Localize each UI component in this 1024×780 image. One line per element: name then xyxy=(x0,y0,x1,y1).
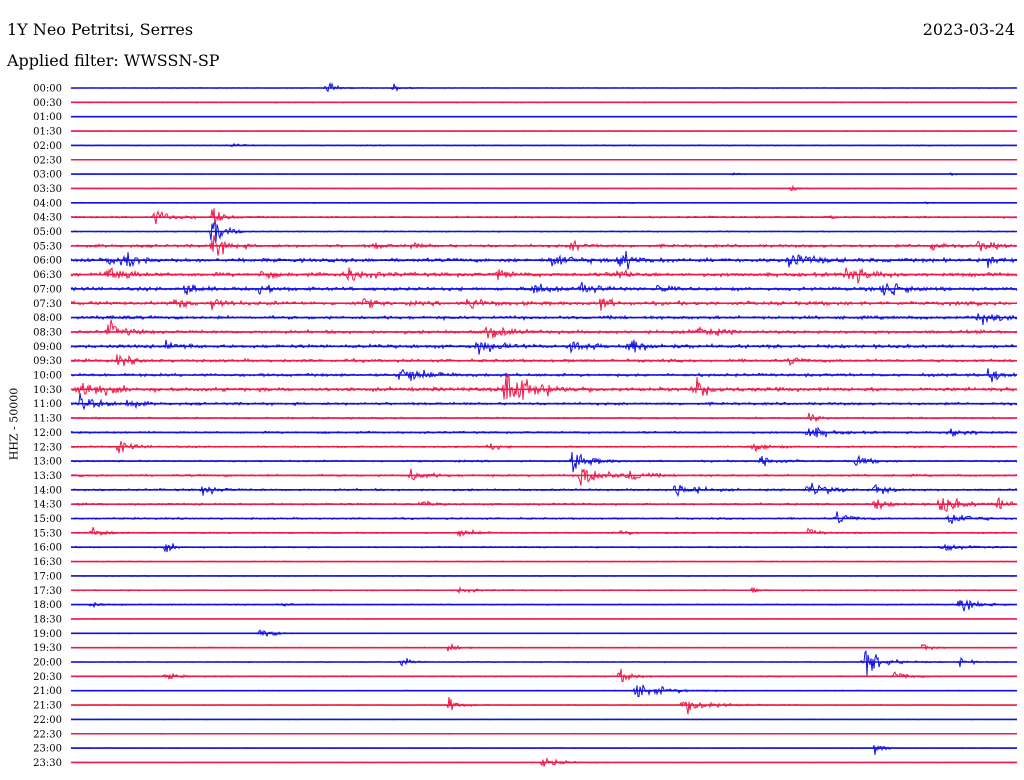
trace-line xyxy=(70,599,1018,612)
time-label: 03:00 xyxy=(33,170,62,181)
time-label: 15:30 xyxy=(33,528,62,539)
time-label: 07:00 xyxy=(33,284,62,295)
time-label: 18:30 xyxy=(33,614,62,625)
time-label: 19:30 xyxy=(33,643,62,654)
time-label: 08:30 xyxy=(33,327,62,338)
time-label: 21:00 xyxy=(33,686,62,697)
time-label: 05:30 xyxy=(33,241,62,252)
time-label: 11:30 xyxy=(33,414,62,425)
time-label: 17:30 xyxy=(33,586,62,597)
time-label: 15:00 xyxy=(33,514,62,525)
time-label: 12:00 xyxy=(33,428,62,439)
time-label: 23:30 xyxy=(33,758,62,769)
time-label: 07:30 xyxy=(33,299,62,310)
trace-line xyxy=(70,412,1018,423)
time-label: 20:30 xyxy=(33,672,62,683)
time-label: 16:00 xyxy=(33,543,62,554)
time-label: 06:00 xyxy=(33,256,62,267)
time-label: 02:30 xyxy=(33,155,62,166)
time-label: 21:30 xyxy=(33,701,62,712)
trace-line xyxy=(70,313,1018,326)
trace-line xyxy=(70,319,1018,339)
time-label: 17:00 xyxy=(33,571,62,582)
trace-line xyxy=(70,392,1018,411)
time-label: 06:30 xyxy=(33,270,62,281)
time-label: 13:00 xyxy=(33,457,62,468)
time-label: 08:00 xyxy=(33,313,62,324)
time-label: 03:30 xyxy=(33,184,62,195)
time-label: 22:00 xyxy=(33,715,62,726)
time-label: 01:30 xyxy=(33,127,62,138)
trace-line xyxy=(70,297,1018,311)
time-label: 09:00 xyxy=(33,342,62,353)
trace-line xyxy=(70,451,1018,473)
time-label: 00:00 xyxy=(33,84,62,95)
time-label: 22:30 xyxy=(33,729,62,740)
time-label: 18:00 xyxy=(33,600,62,611)
trace-line xyxy=(70,649,1018,676)
trace-line xyxy=(70,511,1018,525)
time-label: 16:30 xyxy=(33,557,62,568)
trace-line xyxy=(70,468,1017,486)
trace-line xyxy=(70,744,1018,755)
time-label: 05:00 xyxy=(33,227,62,238)
time-label: 04:00 xyxy=(33,198,62,209)
time-label: 23:00 xyxy=(33,744,62,755)
trace-line xyxy=(70,527,1018,537)
time-label: 11:00 xyxy=(33,399,62,410)
time-label: 14:00 xyxy=(33,485,62,496)
time-label: 02:00 xyxy=(33,141,62,152)
time-label: 14:30 xyxy=(33,500,62,511)
time-label: 01:00 xyxy=(33,112,62,123)
time-label: 04:30 xyxy=(33,213,62,224)
time-label: 19:00 xyxy=(33,629,62,640)
time-label: 09:30 xyxy=(33,356,62,367)
trace-line xyxy=(70,339,1017,355)
time-label: 12:30 xyxy=(33,442,62,453)
seismogram-plot: 00:00 00:30 01:00 01:30 02:00 02:30 03:00 03:30… xyxy=(33,81,1018,769)
time-label: 10:00 xyxy=(33,371,62,382)
time-label: 20:00 xyxy=(33,658,62,669)
time-label: 13:30 xyxy=(33,471,62,482)
trace-line xyxy=(70,668,1018,683)
time-label: 00:30 xyxy=(33,98,62,109)
time-label: 10:30 xyxy=(33,385,62,396)
trace-line xyxy=(70,373,1018,401)
